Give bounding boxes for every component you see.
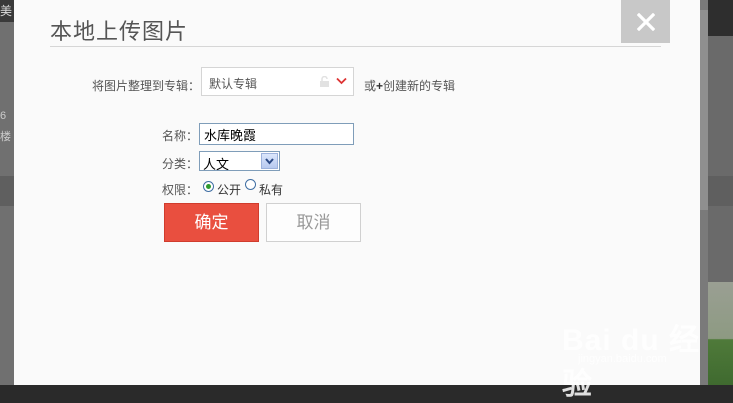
- public-radio[interactable]: [203, 181, 214, 192]
- background-band: [0, 176, 14, 206]
- upload-dialog: 本地上传图片 将图片整理到专辑： 默认专辑 或+创建新的专辑 名称： 分类： 人…: [14, 0, 700, 401]
- dialog-title: 本地上传图片: [50, 19, 189, 44]
- background-tab-text: 美: [0, 4, 13, 18]
- scrollbar-thumb[interactable]: [700, 10, 708, 210]
- private-radio-label: 私有: [259, 183, 284, 197]
- album-selected-value: 默认专辑: [209, 77, 258, 91]
- scrollbar[interactable]: [700, 0, 708, 385]
- chevron-down-icon: [336, 77, 347, 85]
- permission-label: 权限：: [162, 183, 199, 197]
- background-page-left: 美 6 楼: [0, 0, 14, 385]
- background-photo: [708, 282, 733, 385]
- name-label: 名称：: [162, 129, 199, 143]
- category-label: 分类：: [162, 157, 199, 171]
- create-album-text: 创建新的专辑: [383, 79, 456, 93]
- confirm-button[interactable]: 确定: [164, 203, 259, 242]
- close-icon: [636, 12, 655, 31]
- private-radio[interactable]: [245, 179, 256, 190]
- category-selected-value: 人文: [203, 157, 230, 172]
- title-divider: [50, 46, 661, 47]
- lock-icon: [320, 76, 329, 87]
- create-album-prefix: 或: [364, 79, 377, 93]
- name-input[interactable]: [199, 123, 354, 145]
- watermark: Bai du 经验 jingyan.baidu.com: [562, 315, 700, 403]
- close-button[interactable]: [621, 0, 670, 43]
- create-album-link[interactable]: 或+创建新的专辑: [364, 77, 455, 94]
- plus-icon: +: [376, 79, 384, 93]
- album-select[interactable]: 默认专辑: [201, 67, 354, 96]
- chevron-down-icon: [265, 158, 274, 165]
- watermark-url: jingyan.baidu.com: [578, 353, 667, 365]
- album-label: 将图片整理到专辑：: [92, 79, 201, 93]
- background-side-text: 楼: [0, 131, 11, 143]
- dropdown-button[interactable]: [261, 153, 278, 169]
- background-side-text: 6: [0, 110, 7, 122]
- background-tab: 美: [0, 0, 14, 22]
- cancel-button[interactable]: 取消: [266, 203, 361, 242]
- public-radio-label: 公开: [217, 183, 242, 197]
- category-select[interactable]: 人文: [199, 151, 280, 172]
- background-page-right: [700, 0, 733, 385]
